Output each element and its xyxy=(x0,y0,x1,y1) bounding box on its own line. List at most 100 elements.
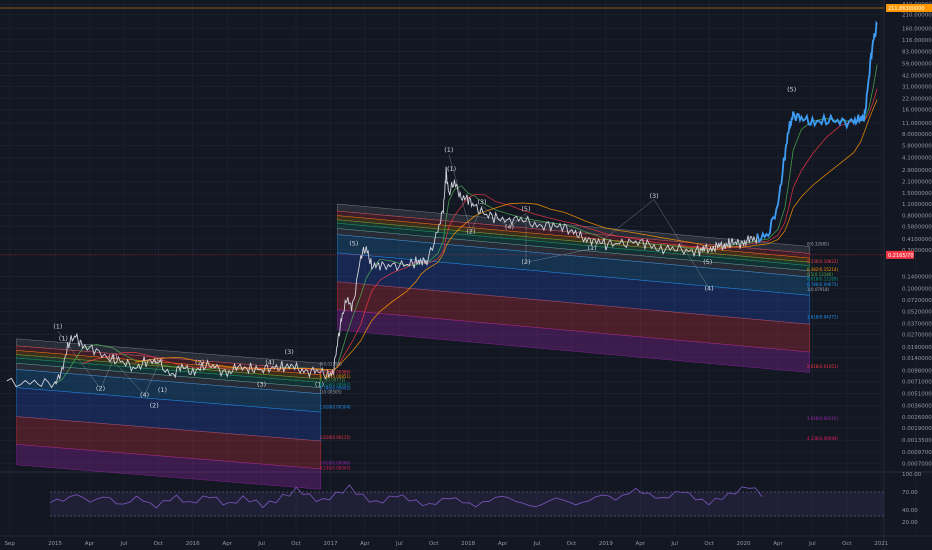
fib-channel-left xyxy=(16,338,322,490)
wave-label: (5) xyxy=(154,357,163,365)
wave-label: (3) xyxy=(285,348,294,356)
price-tick-label: 116.00000000 xyxy=(902,38,932,44)
time-tick-label: Apr xyxy=(498,541,508,547)
price-tick-label: 0.00710000 xyxy=(902,380,932,386)
price-tick-label: 0.10000000 xyxy=(902,287,932,293)
time-tick-label: Jul xyxy=(395,541,403,547)
price-tick-label: 0.00510000 xyxy=(902,391,932,397)
wave-label: (3) xyxy=(477,198,486,206)
price-tick-label: 0.01900000 xyxy=(902,345,932,351)
price-tick-label: 16.00000000 xyxy=(902,108,932,114)
fib-level-label: 1.618(0.04271) xyxy=(807,314,839,319)
time-tick-label: Apr xyxy=(222,541,232,547)
price-tick-label: 160.00000000 xyxy=(902,27,932,33)
fib-level-label: 4.236(0.00098) xyxy=(807,436,839,441)
time-tick-label: 2017 xyxy=(323,541,337,547)
time-tick-label: Jul xyxy=(533,541,541,547)
time-tick-label: 2015 xyxy=(48,541,62,547)
fib-level-label: 1.618(0.00304) xyxy=(319,405,351,410)
wave-label: (3) xyxy=(108,353,117,361)
time-tick-label: 2020 xyxy=(737,541,751,547)
current-price-label: 0.2165/70 xyxy=(888,253,914,259)
price-tick-label: 0.80000000 xyxy=(902,213,932,219)
time-tick-label: 2018 xyxy=(461,541,475,547)
wave-label: (2) xyxy=(195,359,204,367)
fib-level-label: 2.618(0.01051) xyxy=(807,364,839,369)
fib-level-label: 1(0.00505) xyxy=(319,389,342,394)
fib-level-label: 0.236(0.19822) xyxy=(807,259,839,264)
price-tick-label: 8.00000000 xyxy=(902,132,932,138)
wave-label: (4) xyxy=(265,359,274,367)
price-tick-label: 0.00360000 xyxy=(902,404,932,410)
wave-label: (3) xyxy=(649,192,658,200)
price-tick-label: 0.00190000 xyxy=(902,426,932,432)
price-tick-label: 0.05200000 xyxy=(902,310,932,316)
price-tick-label: 42.00000000 xyxy=(902,74,932,80)
price-tick-label: 0.00097000 xyxy=(902,450,932,456)
rsi-band xyxy=(50,492,884,516)
wave-label: (3) xyxy=(257,381,266,389)
wave-label: (1) xyxy=(447,165,456,173)
time-tick-label: Oct xyxy=(154,541,164,547)
wave-label: (1) xyxy=(158,386,167,394)
fib-level-label: 2.618(0.00135) xyxy=(319,435,351,440)
price-tick-label: 0.07200000 xyxy=(902,298,932,304)
wave-label: (5) xyxy=(703,258,712,266)
price-tick-label: 22.00000000 xyxy=(902,96,932,102)
time-tick-label: Sep xyxy=(4,541,15,547)
fib-level-label: 1(0.07918) xyxy=(807,287,830,292)
top-price-label: 211.86300000 xyxy=(888,6,925,12)
fib-level-label: 0(0.01199) xyxy=(319,362,342,367)
price-tick-label: 1.50000000 xyxy=(902,191,932,197)
wave-label: (5) xyxy=(521,205,530,213)
price-tick-label: 0.41000000 xyxy=(902,237,932,243)
time-tick-label: Jul xyxy=(670,541,678,547)
price-tick-label: 31.00000000 xyxy=(902,84,932,90)
time-tick-label: Apr xyxy=(360,541,370,547)
price-tick-label: 11.00000000 xyxy=(902,121,932,127)
price-tick-label: 0.00260000 xyxy=(902,415,932,421)
price-tick-label: 0.00070000 xyxy=(902,461,932,467)
price-tick-label: 0.14000000 xyxy=(902,275,932,281)
price-tick-label: 0.02700000 xyxy=(902,333,932,339)
wave-label: (5) xyxy=(787,85,796,93)
time-tick-label: Oct xyxy=(567,541,577,547)
time-tick-label: Apr xyxy=(636,541,646,547)
wave-label: (2) xyxy=(150,402,159,410)
price-tick-label: 83.00000000 xyxy=(902,50,932,56)
price-tick-label: 0.01400000 xyxy=(902,356,932,362)
time-tick-label: 2021 xyxy=(874,541,888,547)
time-tick-label: 2019 xyxy=(599,541,613,547)
fib-level-label: 0.786(0.09673) xyxy=(807,282,839,287)
fib-level-label: 4.236(0.00045) xyxy=(319,465,351,470)
fib-level-label: 3.618(0.00215) xyxy=(807,416,839,421)
price-tick-label: 2.10000000 xyxy=(902,179,932,185)
time-tick-label: Apr xyxy=(85,541,95,547)
rsi-tick-label: 20.00 xyxy=(902,520,918,526)
price-tick-label: 0.00980000 xyxy=(902,368,932,374)
time-tick-label: Oct xyxy=(842,541,852,547)
price-tick-label: 210.00000000 xyxy=(902,12,932,18)
time-tick-label: 2016 xyxy=(186,541,200,547)
rsi-tick-label: 100.00 xyxy=(902,472,922,478)
fib-level-label: 0(0.32085) xyxy=(807,241,830,246)
rsi-tick-label: 40.00 xyxy=(902,508,918,514)
time-tick-label: Oct xyxy=(704,541,714,547)
wave-label: (1) xyxy=(587,244,596,252)
price-tick-label: 2.90000000 xyxy=(902,168,932,174)
wave-label: (1) xyxy=(444,146,453,154)
price-tick-label: 1.10000000 xyxy=(902,202,932,208)
wave-label: (5) xyxy=(349,239,358,247)
chart-canvas[interactable]: (1)(1)(3)(2)(5)(4)(1)(2)(2) (4)(3)(3) (1)(… xyxy=(0,0,932,550)
wave-label: (1) xyxy=(53,323,62,331)
time-tick-label: Jul xyxy=(808,541,816,547)
price-tick-label: 59.00000000 xyxy=(902,62,932,68)
rsi-tick-label: 70.00 xyxy=(902,490,918,496)
price-tick-label: 4.10000000 xyxy=(902,156,932,162)
time-tick-label: Jul xyxy=(120,541,128,547)
price-tick-label: 0.58000000 xyxy=(902,225,932,231)
time-tick-label: Jul xyxy=(257,541,265,547)
time-tick-label: Oct xyxy=(429,541,439,547)
time-tick-label: Apr xyxy=(773,541,783,547)
price-tick-label: 0.00135000 xyxy=(902,438,932,444)
